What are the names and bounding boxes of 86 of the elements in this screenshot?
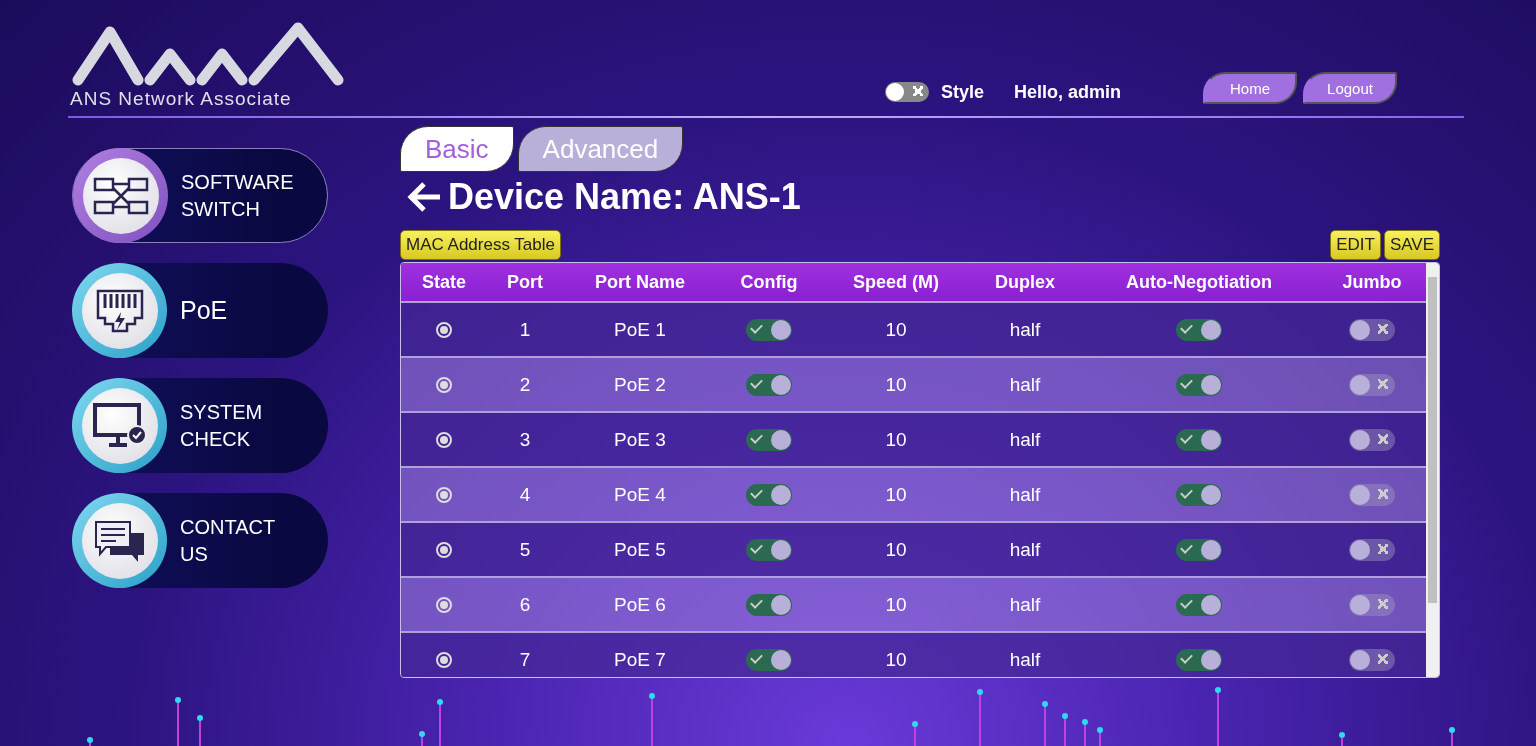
table-cell: half (1009, 318, 1041, 341)
config-toggle[interactable] (746, 593, 792, 616)
table-cell: 5 (519, 538, 531, 561)
ethernet-port-icon (94, 287, 145, 334)
jumbo-toggle[interactable] (1349, 593, 1395, 616)
jumbo-toggle[interactable] (1349, 428, 1395, 451)
auto-negotiation-toggle[interactable] (1176, 373, 1222, 396)
logo-icon (70, 20, 346, 86)
sidebar-item[interactable]: SOFTWARE SWITCH (72, 148, 328, 243)
table-cell: PoE 3 (614, 428, 666, 451)
config-toggle[interactable] (746, 648, 792, 671)
monitor-check-icon (92, 402, 147, 449)
table-cell: 10 (885, 593, 907, 616)
sidebar-item[interactable]: SYSTEM CHECK (72, 378, 328, 473)
style-toggle[interactable] (884, 82, 929, 102)
auto-negotiation-toggle[interactable] (1176, 648, 1222, 671)
jumbo-toggle[interactable] (1349, 318, 1395, 341)
table-cell: PoE 5 (614, 538, 666, 561)
table-cell: half (1009, 648, 1041, 671)
sidebar-item[interactable]: CONTACT US (72, 493, 328, 588)
column-header: Speed (M) (852, 270, 940, 294)
chat-bubbles-icon (93, 518, 146, 563)
auto-negotiation-toggle[interactable] (1176, 318, 1222, 341)
column-header: Port Name (594, 270, 686, 294)
scrollbar[interactable] (1426, 263, 1439, 677)
jumbo-toggle[interactable] (1349, 648, 1395, 671)
config-toggle[interactable] (746, 483, 792, 506)
table-cell: 1 (519, 318, 531, 341)
column-header: State (421, 270, 467, 294)
state-radio[interactable] (436, 596, 452, 613)
table-cell: half (1009, 373, 1041, 396)
jumbo-toggle[interactable] (1349, 538, 1395, 561)
auto-negotiation-toggle[interactable] (1176, 593, 1222, 616)
network-switch-icon (92, 175, 149, 216)
column-header: Port (506, 270, 544, 294)
table-cell: 4 (519, 483, 531, 506)
table-cell: 10 (885, 373, 907, 396)
state-radio[interactable] (436, 376, 452, 393)
logo-text: ANS Network Associate (70, 88, 293, 110)
nav-button[interactable]: Logout (1303, 72, 1397, 104)
auto-negotiation-toggle[interactable] (1176, 538, 1222, 561)
table-cell: half (1009, 428, 1041, 451)
state-radio[interactable] (436, 486, 452, 503)
back-arrow-icon[interactable] (406, 181, 442, 213)
nav-button[interactable]: Home (1203, 72, 1297, 104)
auto-negotiation-toggle[interactable] (1176, 483, 1222, 506)
column-header: Duplex (994, 270, 1056, 294)
config-toggle[interactable] (746, 428, 792, 451)
config-toggle[interactable] (746, 373, 792, 396)
table-cell: 2 (519, 373, 531, 396)
table-cell: half (1009, 538, 1041, 561)
action-button[interactable]: EDIT (1330, 230, 1381, 260)
table-cell: PoE 1 (614, 318, 666, 341)
table-cell: half (1009, 483, 1041, 506)
state-radio[interactable] (436, 431, 452, 448)
table-cell: PoE 7 (614, 648, 666, 671)
tab[interactable]: Basic (400, 126, 514, 172)
table-cell: 3 (519, 428, 531, 451)
table-cell: 10 (885, 483, 907, 506)
table-cell: 10 (885, 428, 907, 451)
table-cell: PoE 4 (614, 483, 666, 506)
auto-negotiation-toggle[interactable] (1176, 428, 1222, 451)
state-radio[interactable] (436, 651, 452, 668)
table-cell: 10 (885, 538, 907, 561)
table-cell: 10 (885, 318, 907, 341)
config-toggle[interactable] (746, 538, 792, 561)
column-header: Jumbo (1341, 270, 1403, 294)
table-cell: PoE 6 (614, 593, 666, 616)
action-button[interactable]: SAVE (1383, 230, 1440, 260)
jumbo-toggle[interactable] (1349, 483, 1395, 506)
table-cell: 6 (519, 593, 531, 616)
column-header: Config (739, 270, 799, 294)
style-label: Style (940, 81, 984, 103)
table-cell: 10 (885, 648, 907, 671)
column-header: Auto-Negotiation (1125, 270, 1273, 294)
table-cell: 7 (519, 648, 531, 671)
mac-table-button[interactable]: MAC Address Table (400, 230, 561, 260)
sidebar-item[interactable]: PoE (72, 263, 328, 358)
jumbo-toggle[interactable] (1349, 373, 1395, 396)
page-title: Device Name: ANS-1 (448, 176, 801, 218)
table-cell: half (1009, 593, 1041, 616)
state-radio[interactable] (436, 321, 452, 338)
state-radio[interactable] (436, 541, 452, 558)
config-toggle[interactable] (746, 318, 792, 341)
greeting-text: Hello, admin (1014, 81, 1121, 103)
table-cell: PoE 2 (614, 373, 666, 396)
